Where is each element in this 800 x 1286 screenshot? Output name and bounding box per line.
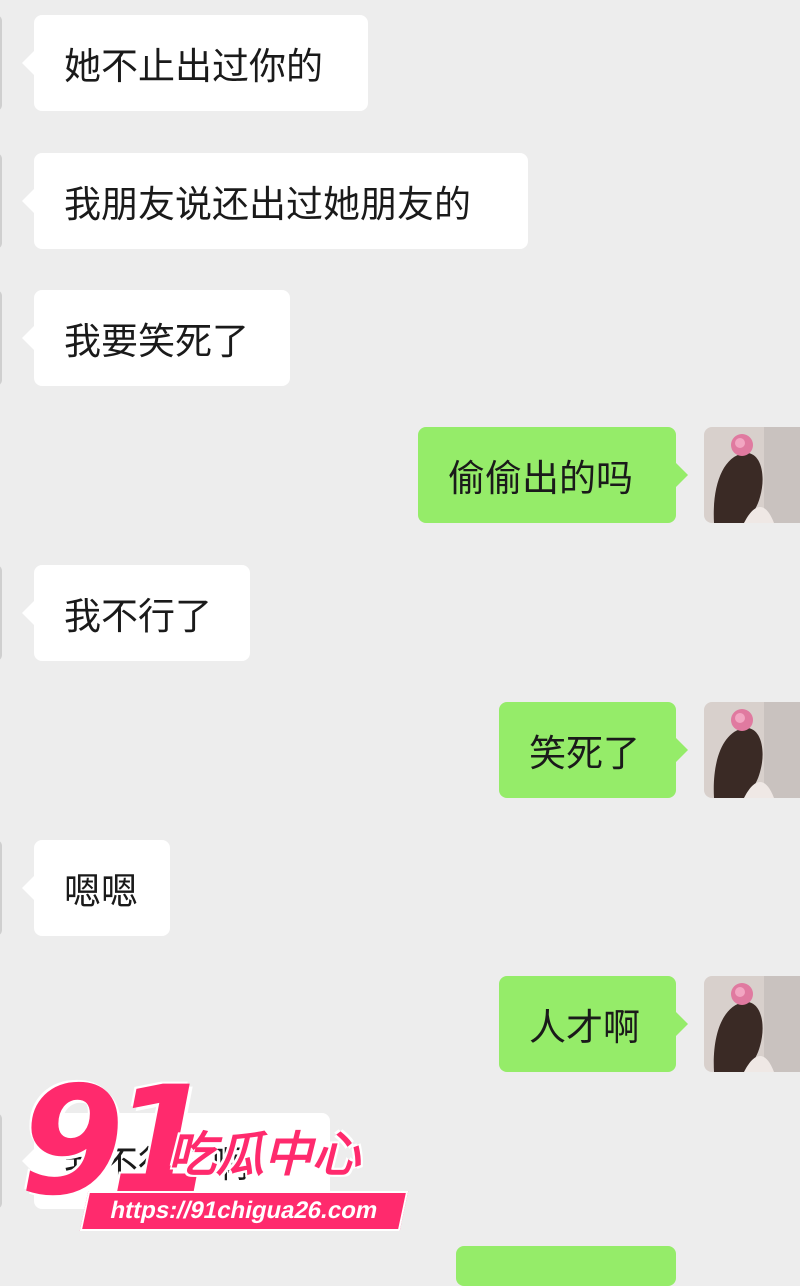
message-text: 我朋友说还出过她朋友的 — [64, 183, 471, 226]
incoming-message-bubble[interactable]: 我朋友说还出过她朋友的 — [22, 153, 528, 249]
message-text: 笑死了 — [529, 732, 640, 775]
message-row: 嗯嗯 — [0, 840, 800, 936]
sender-avatar[interactable] — [0, 840, 2, 936]
message-text: 偷偷出的吗 — [448, 457, 633, 500]
message-row: 我要笑死了 — [0, 290, 800, 386]
watermark-url-text: https://91chigua26.com — [107, 1197, 381, 1224]
incoming-message-bubble[interactable]: 嗯嗯 — [22, 840, 170, 936]
user-avatar[interactable] — [704, 702, 800, 798]
user-avatar[interactable] — [704, 427, 800, 523]
outgoing-message-bubble[interactable]: 人才啊 — [499, 976, 688, 1072]
message-row: 我朋友说还出过她朋友的 — [0, 153, 800, 249]
message-row: 偷偷出的吗 — [0, 427, 800, 523]
message-row: 我不行了 — [0, 565, 800, 661]
watermark-url: https://91chigua26.com — [79, 1191, 409, 1231]
incoming-message-bubble[interactable]: 她不止出过你的 — [22, 15, 368, 111]
sender-avatar[interactable] — [0, 1113, 2, 1209]
sender-avatar[interactable] — [0, 153, 2, 249]
user-avatar-image — [704, 702, 800, 798]
message-text: 人才啊 — [529, 1006, 640, 1049]
message-row: 笑死了 — [0, 702, 800, 798]
user-avatar[interactable] — [704, 976, 800, 1072]
outgoing-message-bubble-partial[interactable] — [456, 1246, 676, 1286]
user-avatar-image — [704, 427, 800, 523]
message-text: 我不行了 — [64, 595, 212, 638]
incoming-message-bubble[interactable]: 我要笑死了 — [22, 290, 290, 386]
watermark: 91 吃瓜中心 https://91chigua26.com — [20, 1067, 420, 1245]
sender-avatar[interactable] — [0, 290, 2, 386]
user-avatar-image — [704, 976, 800, 1072]
sender-avatar[interactable] — [0, 565, 2, 661]
message-row: 她不止出过你的 — [0, 15, 800, 111]
sender-avatar[interactable] — [0, 15, 2, 111]
outgoing-message-bubble[interactable]: 笑死了 — [499, 702, 688, 798]
outgoing-message-bubble[interactable]: 偷偷出的吗 — [418, 427, 688, 523]
message-text: 我要笑死了 — [64, 320, 249, 363]
message-text: 嗯嗯 — [64, 870, 138, 913]
watermark-title: 吃瓜中心 — [168, 1127, 361, 1183]
message-text: 她不止出过你的 — [64, 45, 323, 88]
incoming-message-bubble[interactable]: 我不行了 — [22, 565, 250, 661]
